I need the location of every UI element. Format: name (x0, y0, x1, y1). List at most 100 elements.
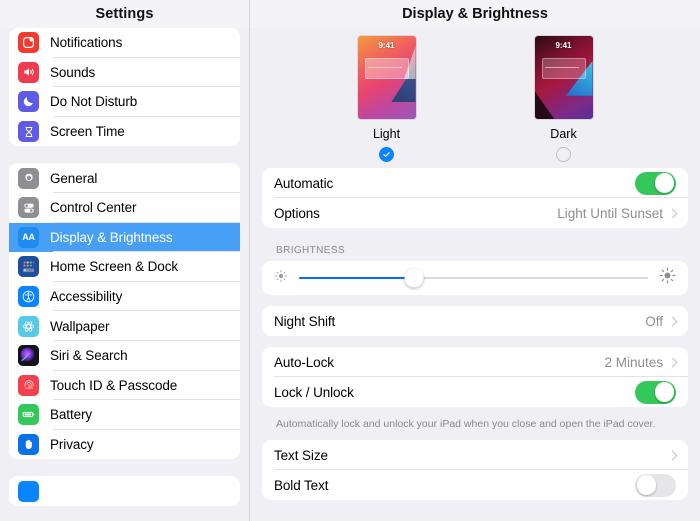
sidebar-item-label: Siri & Search (50, 348, 128, 364)
brightness-high-icon (659, 267, 676, 289)
chevron-right-icon (667, 450, 678, 461)
display-brightness-icon: AA (18, 226, 39, 248)
automatic-label: Automatic (274, 175, 334, 191)
appearance-option-dark[interactable]: 9:41 Dark (534, 36, 593, 162)
gear-icon (18, 167, 39, 189)
options-row[interactable]: Options Light Until Sunset (262, 198, 688, 228)
sidebar-item-privacy[interactable]: Privacy (9, 429, 240, 460)
sidebar-item-partial[interactable] (9, 476, 240, 506)
sidebar-item-label: Notifications (50, 35, 123, 51)
light-appearance-thumbnail[interactable]: 9:41 (357, 36, 416, 119)
automatic-group: Automatic Options Light Until Sunset (262, 168, 688, 228)
sidebar-item-display-brightness[interactable]: AA Display & Brightness (9, 222, 240, 253)
ipad-settings-screen: Settings Notifications Sounds Do Not Dis… (0, 0, 700, 521)
battery-icon (18, 404, 39, 426)
notifications-icon (18, 32, 39, 54)
sidebar-group-3-partial (9, 476, 240, 506)
auto-lock-label: Auto-Lock (274, 354, 334, 370)
sounds-icon (18, 61, 39, 83)
sidebar-item-general[interactable]: General (9, 163, 240, 193)
sidebar-item-screen-time[interactable]: Screen Time (9, 116, 240, 147)
bold-text-label: Bold Text (274, 477, 329, 493)
main-body: 9:41 Light 9:41 Dark Automatic Options L… (250, 28, 700, 501)
toggle-knob (654, 382, 675, 402)
sidebar-item-label: Do Not Disturb (50, 94, 138, 110)
sidebar-item-label: Display & Brightness (50, 229, 173, 245)
appearance-chooser: 9:41 Light 9:41 Dark (262, 28, 688, 168)
sidebar-group-1: Notifications Sounds Do Not Disturb Scre… (9, 28, 240, 147)
light-appearance-radio[interactable] (379, 147, 394, 162)
brightness-low-icon (274, 269, 288, 288)
sidebar-item-touch-id-passcode[interactable]: Touch ID & Passcode (9, 370, 240, 401)
chevron-right-icon (667, 316, 678, 326)
sidebar-item-label: Privacy (50, 437, 94, 453)
sidebar-item-sounds[interactable]: Sounds (9, 57, 240, 88)
dark-appearance-radio[interactable] (556, 147, 571, 162)
sidebar-item-control-center[interactable]: Control Center (9, 192, 240, 223)
lock-unlock-note: Automatically lock and unlock your iPad … (276, 418, 656, 430)
night-shift-value: Off (645, 313, 663, 329)
sidebar-item-siri-search[interactable]: Siri & Search (9, 340, 240, 371)
do-not-disturb-icon (18, 91, 39, 113)
bold-text-toggle[interactable] (635, 473, 676, 497)
sidebar-item-label: Home Screen & Dock (50, 259, 178, 275)
automatic-row[interactable]: Automatic (262, 168, 688, 198)
thumbnail-time: 9:41 (555, 41, 572, 50)
touch-id-icon (18, 374, 39, 396)
chevron-right-icon (667, 357, 678, 367)
auto-lock-row[interactable]: Auto-Lock 2 Minutes (262, 347, 688, 377)
dark-appearance-label: Dark (550, 127, 577, 141)
sidebar-item-label: Battery (50, 407, 93, 423)
sidebar-item-label: Control Center (50, 200, 137, 216)
sidebar-item-label: Accessibility (50, 289, 123, 305)
light-appearance-label: Light (372, 127, 401, 141)
bold-text-row[interactable]: Bold Text (262, 470, 688, 500)
main-header: Display & Brightness (250, 0, 700, 28)
display-brightness-panel: Display & Brightness 9:41 Light 9:41 Dar… (250, 0, 700, 521)
sidebar-group-2: General Control Center AA Display & Brig… (9, 163, 240, 460)
toggle-knob (636, 475, 657, 496)
thumbnail-time: 9:41 (378, 41, 395, 50)
sidebar-item-label: Sounds (50, 64, 96, 80)
automatic-toggle[interactable] (635, 171, 676, 195)
text-group: Text Size Bold Text (262, 440, 688, 501)
sidebar-item-battery[interactable]: Battery (9, 400, 240, 430)
night-shift-row[interactable]: Night Shift Off (262, 306, 688, 336)
options-label: Options (274, 205, 320, 221)
night-shift-label: Night Shift (274, 313, 336, 329)
sidebar-item-wallpaper[interactable]: Wallpaper (9, 311, 240, 341)
wallpaper-icon (18, 315, 39, 337)
sidebar-item-accessibility[interactable]: Accessibility (9, 281, 240, 312)
brightness-slider[interactable] (299, 268, 648, 288)
night-shift-group: Night Shift Off (262, 306, 688, 336)
lock-unlock-row[interactable]: Lock / Unlock (262, 377, 688, 407)
thumbnail-notification-card (541, 58, 586, 79)
page-title: Display & Brightness (402, 6, 548, 22)
options-value: Light Until Sunset (557, 205, 663, 221)
chevron-right-icon (667, 208, 678, 218)
brightness-slider-thumb[interactable] (404, 268, 424, 288)
app-store-icon (18, 480, 39, 502)
brightness-row (262, 261, 688, 295)
toggle-knob (654, 173, 675, 193)
sidebar-item-home-screen-dock[interactable]: Home Screen & Dock (9, 252, 240, 282)
auto-lock-value: 2 Minutes (604, 354, 663, 370)
dark-appearance-thumbnail[interactable]: 9:41 (534, 36, 593, 119)
sidebar-item-label: Touch ID & Passcode (50, 377, 178, 393)
text-size-row[interactable]: Text Size (262, 440, 688, 471)
text-size-label: Text Size (274, 447, 328, 463)
settings-sidebar: Settings Notifications Sounds Do Not Dis… (0, 0, 250, 521)
sidebar-item-do-not-disturb[interactable]: Do Not Disturb (9, 87, 240, 117)
privacy-icon (18, 434, 39, 456)
screen-time-icon (18, 121, 39, 143)
sidebar-item-label: Screen Time (50, 124, 125, 140)
sidebar-item-notifications[interactable]: Notifications (9, 28, 240, 58)
thumbnail-notification-card (364, 58, 409, 79)
appearance-option-light[interactable]: 9:41 Light (357, 36, 416, 162)
lock-unlock-toggle[interactable] (635, 380, 676, 404)
brightness-slider-fill (299, 276, 415, 280)
siri-icon (18, 345, 39, 367)
control-center-icon (18, 197, 39, 219)
lock-group: Auto-Lock 2 Minutes Lock / Unlock (262, 347, 688, 407)
lock-unlock-label: Lock / Unlock (274, 384, 354, 400)
